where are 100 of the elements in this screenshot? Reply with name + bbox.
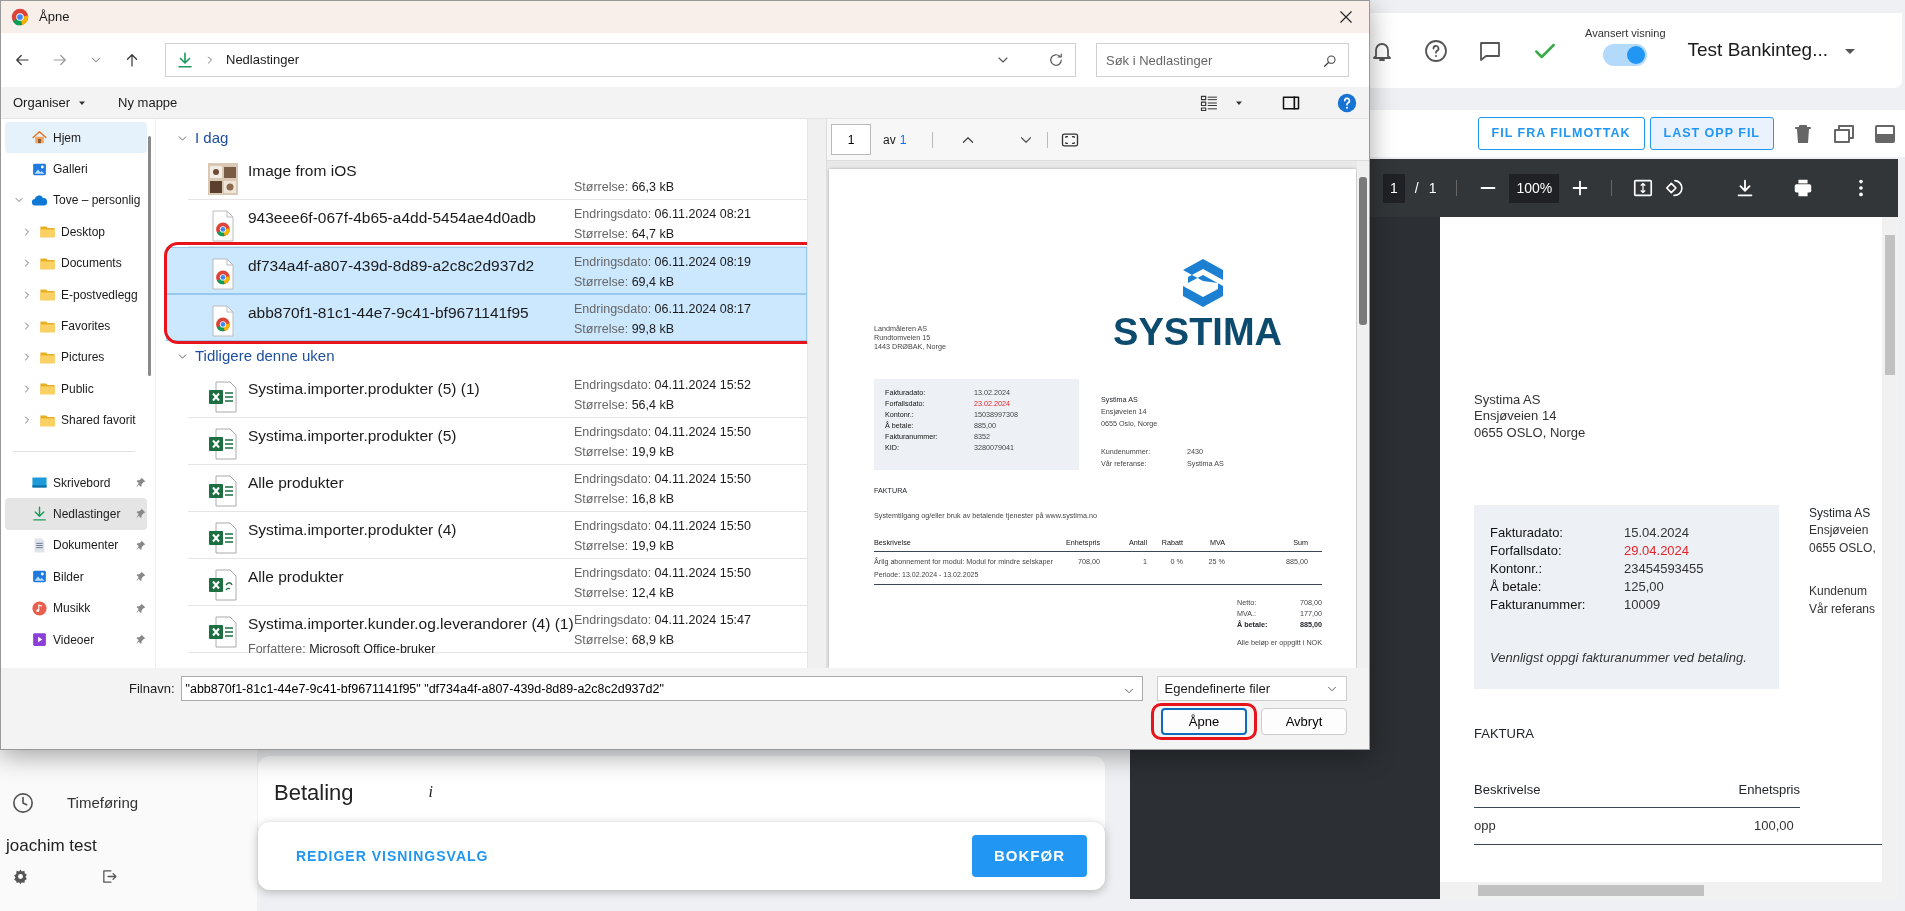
file-name: 943eee6f-067f-4b65-a4dd-5454ae4d0adb: [248, 208, 537, 228]
file-detail: Størrelse: 68,9 kB: [574, 632, 676, 650]
file-row[interactable]: Systima.importer.kunder.og.leverandorer (4) (1) Forfattere: Microsoft Office-bruker Endringsdato: 04.11.2024 15:47 Størrelse: 68,9 kB: [188, 606, 807, 653]
pin-icon[interactable]: [134, 507, 147, 521]
filename-field[interactable]: "abb870f1-81c1-44e7-9c41-bf9671141f95" "df734a4f-a807-439d-8d89-a2c8c2d937d2": [180, 676, 1143, 701]
nav-item[interactable]: Videoer: [5, 623, 147, 656]
group-header[interactable]: Tidligere denne uken: [176, 341, 335, 371]
print-icon[interactable]: [1792, 177, 1814, 199]
nav-item[interactable]: Pictures: [5, 341, 147, 374]
file-detail: Størrelse: 16,8 kB: [574, 491, 676, 509]
info-value: 23454593455: [1624, 559, 1704, 578]
nav-item[interactable]: Tove – personlig: [5, 184, 147, 217]
table-cell-text: 100,00: [1754, 817, 1794, 836]
file-row[interactable]: Systima.importer.produkter (4) Endringsdato: 04.11.2024 15:50 Størrelse: 19,9 kB: [188, 512, 807, 559]
help-icon[interactable]: [1337, 92, 1357, 113]
company-name: Test Bankinteg...: [1687, 38, 1828, 63]
toolbar-button[interactable]: Ny mappe: [118, 92, 178, 113]
scrollbar[interactable]: [148, 136, 151, 376]
open-button[interactable]: Åpne: [1161, 708, 1247, 735]
file-row[interactable]: Alle produkter Endringsdato: 04.11.2024 15:50 Størrelse: 16,8 kB: [188, 465, 807, 512]
file-type-dropdown[interactable]: Egendefinerte filer: [1156, 676, 1347, 701]
file-detail: Størrelse: 66,3 kB: [574, 179, 675, 197]
spreadsheet-file-icon: [208, 428, 238, 460]
nav-item[interactable]: Favorites: [5, 310, 147, 342]
horizontal-scrollbar[interactable]: [1440, 882, 1882, 899]
section-title: Betaling: [274, 778, 354, 807]
file-detail: Endringsdato: 06.11.2024 08:17: [574, 300, 751, 318]
video-icon: [31, 631, 48, 649]
nav-item[interactable]: Galleri: [5, 153, 147, 185]
menu-button[interactable]: Organiser: [13, 92, 89, 113]
close-icon[interactable]: [1337, 8, 1355, 26]
toggle-label: Avansert visning: [1585, 25, 1666, 41]
info-value: 10009: [1624, 595, 1661, 614]
file-row[interactable]: df734a4f-a807-439d-8d89-a2c8c2d937d2 Endringsdato: 06.11.2024 08:19 Størrelse: 69,4 kB: [166, 247, 807, 294]
file-name: Alle produkter: [248, 567, 345, 587]
toggle-switch[interactable]: [1603, 44, 1648, 67]
info-icon[interactable]: i: [428, 780, 433, 804]
file-detail: Størrelse: 69,4 kB: [574, 274, 676, 292]
zoom-field[interactable]: 100%: [1509, 173, 1560, 203]
logout-icon[interactable]: [101, 868, 118, 885]
table-cell-text: opp: [1474, 817, 1497, 836]
info-label: Å betale:: [1490, 577, 1543, 596]
fit-page-icon[interactable]: [1632, 177, 1655, 199]
page-field[interactable]: 1: [831, 124, 871, 155]
address-bar[interactable]: Nedlastinger: [165, 43, 1076, 77]
column-header: Enhetspris: [1738, 780, 1800, 799]
nav-item[interactable]: Desktop: [5, 216, 147, 248]
file-row[interactable]: Image from iOS Størrelse: 66,3 kB: [188, 153, 807, 200]
address-line: 0655 OSLO, Norge: [1474, 424, 1587, 441]
page-total: 1: [899, 131, 907, 149]
nav-item[interactable]: Musikk: [5, 592, 147, 624]
nav-item[interactable]: Hjem: [5, 122, 147, 154]
file-row[interactable]: Systima.importer.produkter (5) (1) Endringsdato: 04.11.2024 15:52 Størrelse: 56,4 kB: [188, 371, 807, 418]
cancel-button[interactable]: Avbryt: [1261, 708, 1347, 735]
payment-note: Vennligst oppgi fakturanummer ved betaling.: [1490, 648, 1748, 667]
refresh-icon[interactable]: [1047, 51, 1065, 69]
file-detail: Størrelse: 56,4 kB: [574, 397, 676, 415]
info-value: 29.04.2024: [1624, 541, 1690, 560]
nav-item[interactable]: E-postvedlegg: [5, 278, 147, 311]
file-detail: Endringsdato: 04.11.2024 15:47: [574, 611, 751, 629]
pin-icon[interactable]: [134, 538, 147, 552]
scrollbar[interactable]: [1357, 161, 1369, 668]
file-name: df734a4f-a807-439d-8d89-a2c8c2d937d2: [248, 256, 536, 276]
file-detail: Størrelse: 19,9 kB: [574, 444, 676, 462]
file-name: abb870f1-81c1-44e7-9c41-bf9671141f95: [248, 303, 530, 323]
browser-icon: [11, 8, 29, 26]
search-icon[interactable]: [1322, 53, 1338, 69]
file-row[interactable]: Systima.importer.produkter (5) Endringsdato: 04.11.2024 15:50 Størrelse: 19,9 kB: [188, 418, 807, 465]
file-name: Systima.importer.produkter (5): [248, 426, 458, 446]
nav-item[interactable]: Nedlastinger: [5, 498, 147, 530]
file-detail: Endringsdato: 06.11.2024 08:21: [574, 205, 751, 223]
spreadsheet-file-icon: [208, 522, 238, 554]
page-separator: /: [1414, 178, 1419, 198]
help-icon[interactable]: [1424, 38, 1448, 63]
file-detail: Endringsdato: 04.11.2024 15:52: [574, 376, 751, 394]
file-detail: Størrelse: 19,9 kB: [574, 538, 676, 556]
settings-icon[interactable]: [12, 868, 29, 885]
pin-icon[interactable]: [134, 476, 147, 490]
file-detail: Endringsdato: 04.11.2024 15:50: [574, 470, 751, 488]
nav-item[interactable]: Shared favorit: [5, 404, 147, 436]
info-label: Kontonr.:: [1490, 559, 1544, 578]
address-line: Systima AS: [1474, 392, 1542, 409]
column-header: Beskrivelse: [1474, 780, 1542, 799]
pin-icon[interactable]: [134, 633, 147, 647]
menu-item[interactable]: Timeføring: [6, 792, 257, 815]
nav-item[interactable]: Public: [5, 373, 147, 405]
page-field[interactable]: 1: [1383, 173, 1405, 203]
nav-item[interactable]: Skrivebord: [5, 466, 147, 499]
info-value: 125,00: [1624, 577, 1664, 596]
file-row[interactable]: Alle produkter Endringsdato: 04.11.2024 15:50 Størrelse: 12,4 kB: [188, 559, 807, 606]
group-header[interactable]: I dag: [176, 123, 229, 153]
pin-icon[interactable]: [134, 570, 147, 584]
nav-item[interactable]: Dokumenter: [5, 529, 147, 562]
address-line: Systima AS: [1809, 504, 1872, 522]
nav-item[interactable]: Documents: [5, 247, 147, 279]
search-field[interactable]: Søk i Nedlastinger: [1096, 43, 1349, 77]
pin-icon[interactable]: [134, 601, 147, 615]
nav-item[interactable]: Bilder: [5, 561, 147, 593]
file-row[interactable]: abb870f1-81c1-44e7-9c41-bf9671141f95 Endringsdato: 06.11.2024 08:17 Størrelse: 99,8 kB: [166, 294, 807, 341]
file-name: Systima.importer.kunder.og.leverandorer (4) (1): [248, 614, 574, 634]
